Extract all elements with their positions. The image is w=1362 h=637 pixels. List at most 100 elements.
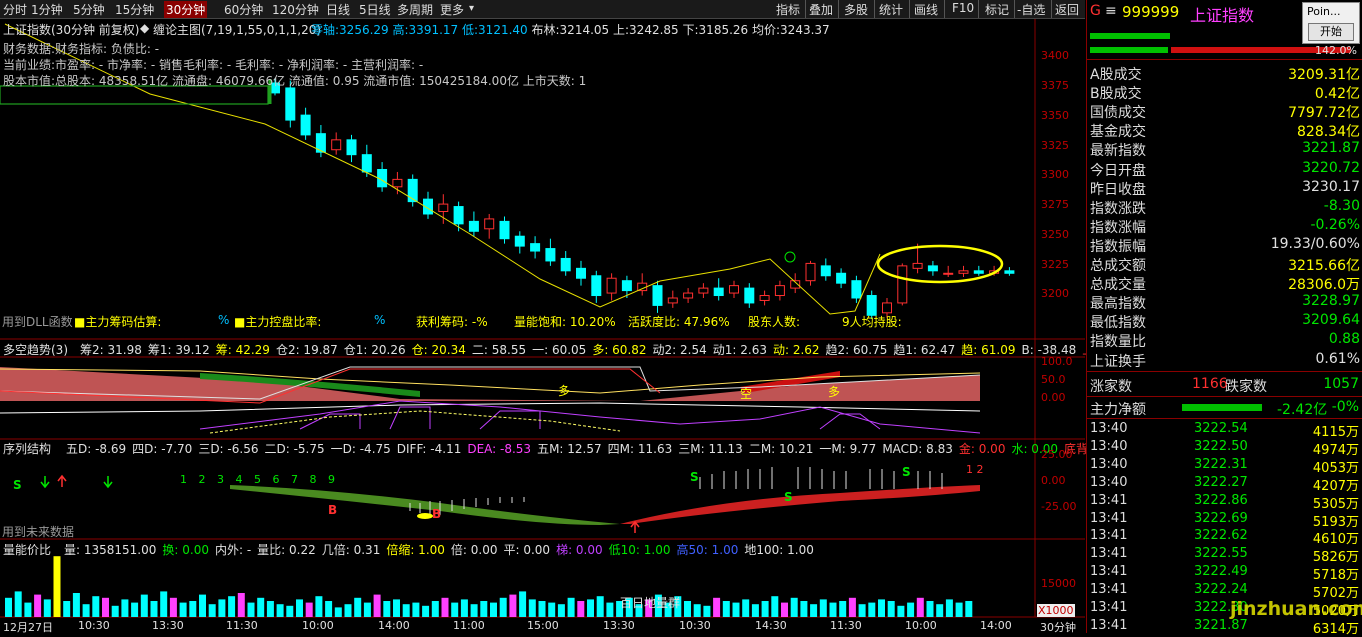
toolbar-f10[interactable]: F10 [952, 1, 974, 15]
candle [744, 283, 755, 308]
start-button[interactable]: 开始 [1308, 23, 1354, 41]
candle [805, 260, 816, 286]
sequence-pane-title[interactable]: 序列结构 [3, 440, 51, 457]
toolbar-overlay[interactable]: 叠加 [809, 1, 833, 18]
quote-row: 国债成交 7797.72亿 [1087, 102, 1362, 121]
period-tab-more[interactable]: 更多 [440, 1, 464, 18]
volume-bar [722, 601, 730, 617]
chevron-down-icon[interactable]: ▾ [469, 3, 474, 14]
volume-center-label: 百日地量群 [620, 596, 681, 610]
quote-row: 总成交量 28306.0万 [1087, 274, 1362, 293]
buy-sell-ratio: 142.0% [1315, 44, 1357, 57]
activity-ratio: 活跃度比: 47.96% [628, 315, 730, 329]
period-tab-120min[interactable]: 120分钟 [272, 1, 319, 18]
candle-body [514, 235, 525, 247]
decline-label: 跌家数 [1225, 379, 1267, 395]
capital-info-line: 股本市值:总股本: 48358.51亿 流通盘: 46079.66亿 流通值: … [3, 74, 587, 88]
period-tab-15min[interactable]: 15分钟 [115, 1, 154, 18]
period-tab-1min[interactable]: 1分钟 [31, 1, 63, 18]
control-ratio-label: ■主力控盘比率: [234, 315, 322, 329]
candle [591, 270, 602, 303]
toolbar-watchlist[interactable]: -自选 [1017, 1, 1045, 18]
tick-row: 13:40 3222.27 4207万 [1087, 474, 1362, 494]
period-tab-multi[interactable]: 多周期 [397, 1, 433, 18]
volume-bar [538, 601, 546, 617]
zero-axis-value: 3256.29 [339, 23, 389, 37]
candle [499, 216, 510, 244]
price-tick: 3350 [1041, 109, 1069, 122]
main-indicator-name[interactable]: 缠论主图(7,19,1,55,0,1,1,20) [153, 21, 321, 38]
volume-bar [742, 599, 750, 617]
period-tab-30min[interactable]: 30分钟 [164, 1, 208, 18]
volume-bar [519, 591, 527, 617]
trend-value-11: 动: 2.62 [772, 343, 820, 357]
period-tab-daily[interactable]: 日线 [326, 1, 350, 18]
buy-signal: B [328, 503, 338, 517]
quote-row-label: B股成交 [1090, 86, 1142, 103]
time-tick: 10:00 [905, 619, 937, 632]
candle-body [882, 302, 892, 314]
volume-pane-title[interactable]: 量能价比 [3, 541, 51, 558]
candle [346, 134, 357, 163]
volume-bar [286, 605, 294, 617]
candle-body [958, 270, 969, 274]
tick-row: 13:41 3221.87 6314万 [1087, 618, 1362, 637]
candle-body [729, 285, 739, 294]
toolbar-back[interactable]: 返回 [1055, 1, 1079, 18]
period-tab-5min[interactable]: 5分钟 [73, 1, 105, 18]
candle [790, 273, 801, 294]
macd-ticks [409, 467, 943, 515]
time-axis: 12月27日 10:30 13:30 11:30 10:00 14:00 11:… [0, 619, 1085, 634]
time-tick: 15:00 [527, 619, 559, 632]
trend-tick: 50.0 [1041, 373, 1066, 386]
candle [484, 213, 495, 239]
sequence-value-4: 一D: -4.75 [330, 442, 391, 456]
tick-time: 13:40 [1090, 474, 1128, 490]
trend-pane-graphics [0, 366, 981, 434]
quote-row-value: 828.34亿 [1297, 124, 1360, 141]
volume-value-9: 低10: 1.00 [608, 543, 671, 557]
volume-bar [713, 597, 721, 617]
quote-row: 总成交额 3215.66亿 [1087, 255, 1362, 274]
toolbar-mark[interactable]: 标记 [985, 1, 1009, 18]
tick-time: 13:40 [1090, 438, 1128, 454]
menu-icon[interactable]: ≡ [1105, 3, 1117, 19]
volume-bar [790, 597, 798, 617]
lower-label: 下: [682, 23, 699, 37]
volume-bar [218, 599, 226, 617]
trend-label-long: 多 [558, 384, 571, 398]
volume-bar [257, 597, 265, 617]
quote-row-value: 3215.66亿 [1288, 258, 1360, 274]
candle [1004, 267, 1015, 276]
period-tab-5day[interactable]: 5日线 [359, 1, 391, 18]
candle [836, 268, 847, 289]
volume-bar [63, 601, 71, 617]
period-tab-fenshi[interactable]: 分时 [3, 1, 27, 18]
trend-pane-title[interactable]: 多空趋势(3) [3, 341, 68, 358]
quote-row-value: 28306.0万 [1288, 277, 1360, 294]
toolbar-multi-stock[interactable]: 多股 [844, 1, 868, 18]
quote-row-value: 7797.72亿 [1288, 105, 1360, 122]
toolbar-draw-line[interactable]: 画线 [914, 1, 938, 18]
volume-bar [131, 602, 139, 617]
tick-vol: 4974万 [1312, 442, 1359, 458]
candle [820, 258, 831, 281]
net-flow-label: 主力净额 [1090, 402, 1146, 418]
volume-bar [14, 591, 22, 617]
period-tab-60min[interactable]: 60分钟 [224, 1, 263, 18]
quote-row: 基金成交 828.34亿 [1087, 121, 1362, 140]
upper-label: 上: [613, 23, 630, 37]
volume-bar [955, 602, 963, 617]
market-g-icon[interactable]: G [1090, 3, 1101, 19]
volume-value-7: 平: 0.00 [503, 543, 551, 557]
volume-value-8: 梯: 0.00 [556, 543, 603, 557]
indicator-toggle-icon[interactable]: ◆ [140, 21, 149, 35]
toolbar-statistics[interactable]: 统计 [879, 1, 903, 18]
decline-count: 1057 [1323, 376, 1359, 392]
volume-bar [907, 602, 915, 617]
toolbar-indicator[interactable]: 指标 [776, 1, 800, 18]
volume-bar [140, 594, 148, 617]
volume-bar [393, 599, 400, 617]
candle [377, 162, 388, 192]
tick-row: 13:40 3222.54 4115万 [1087, 421, 1362, 440]
